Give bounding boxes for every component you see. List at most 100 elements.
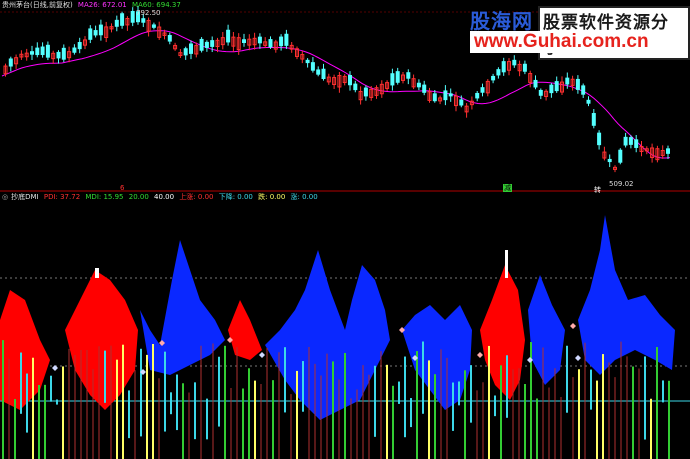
candle-body <box>130 11 135 23</box>
fall-label: 跌: 0.00 <box>258 193 286 201</box>
candle-body <box>56 51 61 59</box>
signal-diamond-icon <box>259 352 265 358</box>
candle-body <box>586 99 591 104</box>
signal-diamond-icon <box>570 323 576 329</box>
down-label: 下降: 0.00 <box>218 193 253 201</box>
candle-body <box>98 24 103 36</box>
candle-body <box>35 47 40 56</box>
candle-body <box>204 41 209 48</box>
candle-body <box>448 93 453 97</box>
candle-body <box>538 89 543 96</box>
candle-body <box>93 30 98 36</box>
bottom-panel-header: ◎ 抄底DMI PDI: 37.72 MDI: 15.95 20.00 40.00… <box>2 193 321 202</box>
candle-body <box>120 13 125 26</box>
candle-body <box>522 63 527 72</box>
indicator-title: 抄底DMI <box>11 193 39 201</box>
stock-title: 贵州茅台(日线,前复权) <box>2 1 73 9</box>
candle-body <box>496 69 501 76</box>
candle-body <box>549 84 554 94</box>
candle-body <box>443 90 448 101</box>
indicator-settings-icon[interactable]: ◎ <box>2 193 8 201</box>
dmi-area-shape <box>228 300 262 360</box>
candle-body <box>607 158 612 163</box>
candle-body <box>30 51 34 55</box>
candle-body <box>88 28 93 40</box>
candle-body <box>183 48 188 56</box>
candle-body <box>395 71 400 83</box>
candle-body <box>305 59 310 64</box>
candle-body <box>348 74 352 86</box>
candle-body <box>475 92 480 99</box>
candle-body <box>363 87 368 97</box>
candle-body <box>666 148 670 154</box>
dmi-area-shape <box>0 290 50 410</box>
candle-body <box>257 36 262 44</box>
candle-body <box>575 78 580 90</box>
candle-body <box>284 33 289 46</box>
candle-body <box>226 29 231 43</box>
candle-body <box>316 69 321 75</box>
candle-body <box>581 85 586 95</box>
candle-body <box>61 47 66 60</box>
candle-body <box>141 18 146 23</box>
mdi-label: MDI: 15.95 <box>85 193 124 201</box>
high-price-label: 792.50 <box>136 9 161 17</box>
dmi-area-shape <box>480 265 525 400</box>
candle-body <box>151 24 156 28</box>
signal-diamond-icon <box>575 355 581 361</box>
candle-body <box>422 84 427 93</box>
up-label: 上涨: 0.00 <box>179 193 214 201</box>
watermark-url: www.Guhai.com.cn <box>470 31 653 53</box>
low-price-label: 509.02 <box>609 180 634 188</box>
candle-body <box>40 46 45 56</box>
candle-body <box>501 61 506 73</box>
marker-turn: 转 <box>594 186 601 194</box>
candle-body <box>565 77 570 85</box>
candle-body <box>618 149 623 163</box>
dmi-area-series <box>0 215 675 420</box>
candle-body <box>512 59 517 66</box>
candle-body <box>321 68 326 80</box>
watermark-brand: 股海网 <box>470 9 533 33</box>
candle-body <box>554 81 559 92</box>
candle-body <box>634 139 639 148</box>
candle-body <box>268 39 273 48</box>
dmi-area-shape <box>65 270 138 410</box>
candle-body <box>406 72 411 79</box>
candle-body <box>167 35 172 42</box>
level-40-label: 40.00 <box>154 193 175 201</box>
candle-body <box>353 83 358 91</box>
candle-body <box>459 99 464 106</box>
candle-body <box>623 136 628 146</box>
candle-body <box>533 79 538 88</box>
candle-body <box>77 42 82 50</box>
ma26-label: MA26: 672.01 <box>77 1 127 9</box>
candle-body <box>189 43 193 54</box>
ma60-label: MA60: 694.37 <box>131 1 181 9</box>
candle-body <box>242 39 246 43</box>
marker-reduce: 减 <box>503 184 512 192</box>
candle-body <box>416 82 421 88</box>
candle-body <box>480 87 485 93</box>
candle-body <box>45 44 50 58</box>
level-20-label: 20.00 <box>128 193 149 201</box>
candle-body <box>8 58 13 67</box>
candle-body <box>72 47 77 53</box>
dmi-area-shape <box>528 275 565 385</box>
signal-diamond-icon <box>52 365 58 371</box>
candle-body <box>114 19 119 27</box>
site-watermark: 股海网 股票软件资源分享 www.Guhai.com.cn <box>462 3 690 60</box>
pdi-label: PDI: 37.72 <box>43 193 81 201</box>
marker-six: 6 <box>120 184 125 192</box>
candle-body <box>491 75 496 81</box>
stock-chart-canvas <box>0 0 690 459</box>
candle-body <box>628 137 633 145</box>
candle-body <box>199 38 204 51</box>
candle-body <box>279 36 284 47</box>
candle-body <box>390 73 395 86</box>
peak-marker-icon <box>505 250 508 278</box>
candle-body <box>210 40 215 47</box>
peak-marker-icon <box>95 268 99 278</box>
rise-label: 涨: 0.00 <box>290 193 318 201</box>
candle-body <box>310 62 315 71</box>
